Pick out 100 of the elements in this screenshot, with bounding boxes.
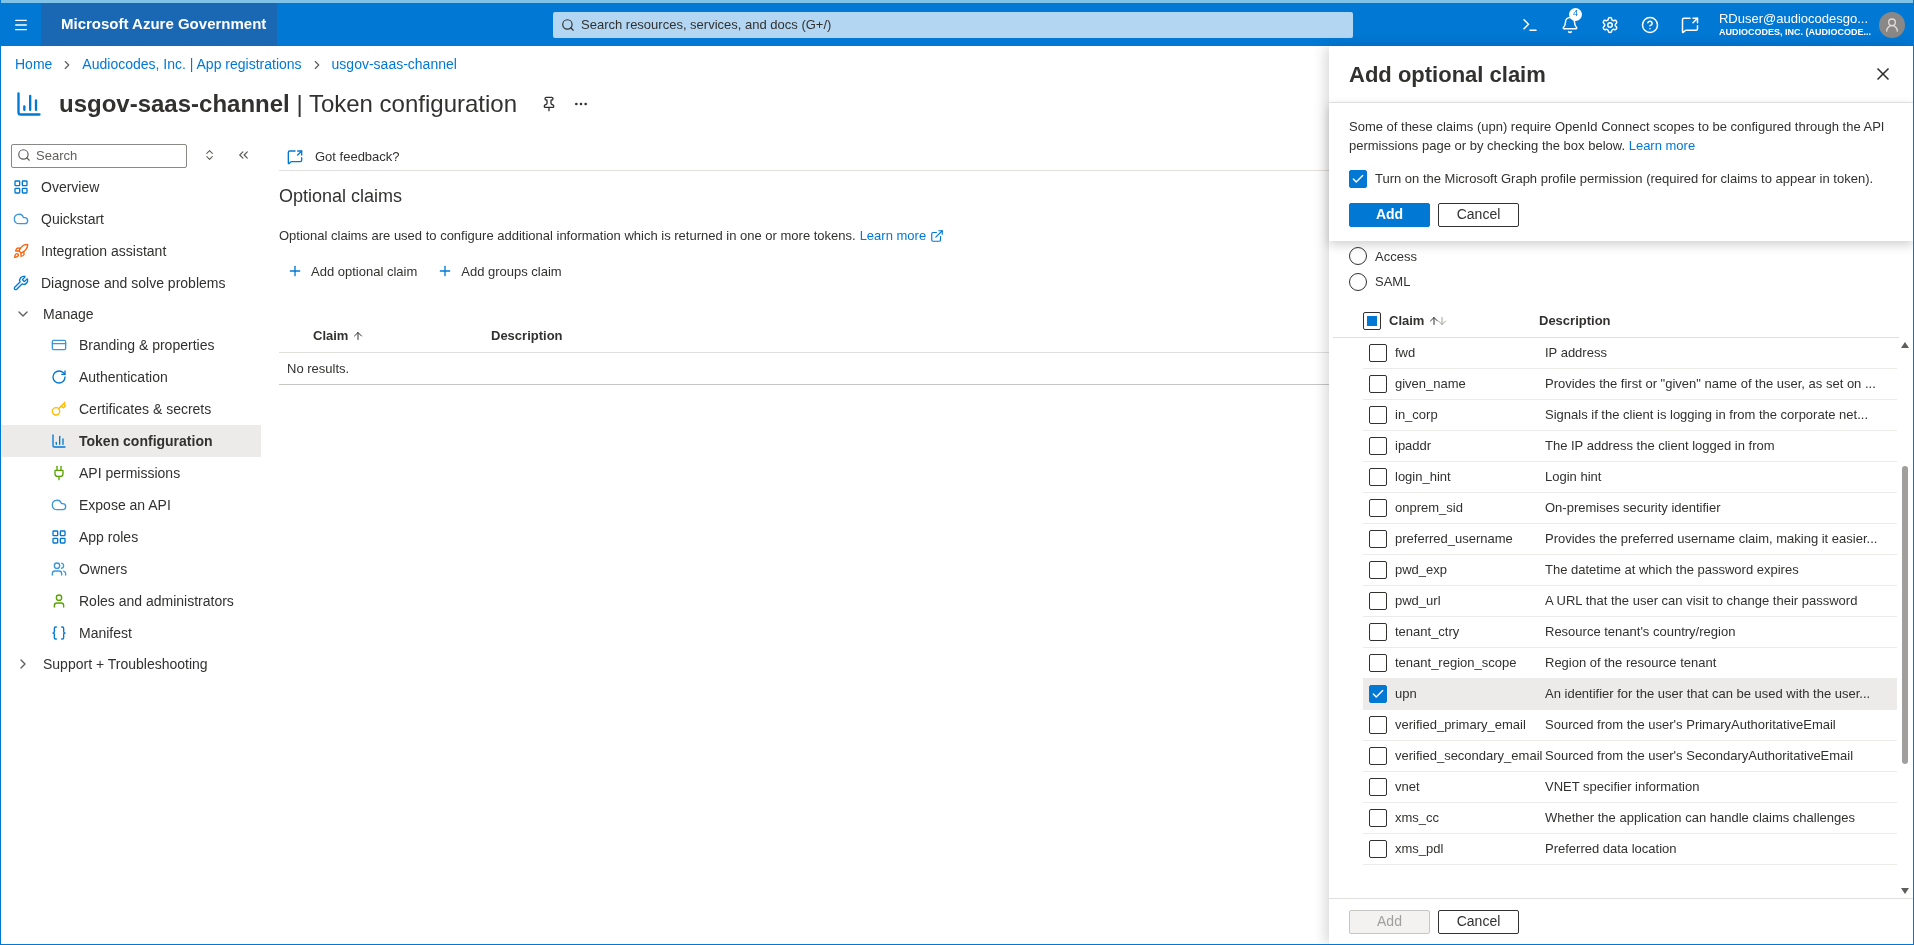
cancel-button[interactable]: Cancel [1438,202,1519,227]
claim-row[interactable]: pwd_url A URL that the user can visit to change their password [1363,585,1897,617]
checkbox[interactable] [1349,169,1367,188]
table-cell-text: Login hint [1545,467,1602,486]
checkbox[interactable] [1369,560,1387,579]
nav-group[interactable]: Support + Troubleshooting [1,649,261,679]
user-name[interactable]: RDuser@audiocodesgo... [1719,10,1871,27]
claim-row[interactable]: preferred_username Provides the preferred username claim, making it easier... [1363,523,1897,555]
radio-label: SAML [1375,273,1411,291]
claim-row[interactable]: fwd IP address [1363,337,1897,369]
claim-row[interactable]: ipaddr The IP address the client logged in from [1363,430,1897,462]
nav-item[interactable]: Diagnose and solve problems [1,267,261,299]
nav-item[interactable]: Owners [1,553,261,585]
nav-group[interactable]: Manage [1,299,261,329]
cloud-icon [13,211,29,227]
claim-row[interactable]: xms_pdl Preferred data location [1363,833,1897,865]
learn-more-link[interactable]: Learn more [859,226,927,246]
search-icon [17,148,31,162]
checkbox[interactable] [1369,591,1387,610]
bars-icon [51,433,67,449]
checkbox-label: Turn on the Microsoft Graph profile permission (required for claims to appear in token). [1375,170,1874,188]
external-link-icon [930,228,945,243]
claim-row[interactable]: vnet VNET specifier information [1363,771,1897,803]
nav-item[interactable]: Integration assistant [1,235,261,267]
checkbox[interactable] [1369,374,1387,393]
feedback-button[interactable]: Got feedback? [315,146,400,167]
nav-item[interactable]: Expose an API [1,489,261,521]
nav-item[interactable]: API permissions [1,457,261,489]
breadcrumb-link[interactable]: Home [15,54,53,75]
claim-row[interactable]: given_name Provides the first or "given" name of the user, as set on ... [1363,368,1897,400]
table-cell-text: login_hint [1394,467,1452,486]
page-title: usgov-saas-channel | Token configuration [59,89,518,119]
claim-row[interactable]: in_corp Signals if the client is logging in from the corporate net... [1363,399,1897,431]
claim-row[interactable]: verified_primary_email Sourced from the user's PrimaryAuthoritativeEmail [1363,709,1897,741]
feedback-icon[interactable] [1681,15,1699,34]
table-cell-text: IP address [1545,343,1607,362]
nav-item[interactable]: Roles and administrators [1,585,261,617]
table-cell-text: vnet [1394,777,1421,796]
nav-item[interactable]: Authentication [1,361,261,393]
table-cell-text: pwd_url [1394,591,1442,610]
table-cell-text: Provides the first or "given" name of the user, as set on ... [1545,374,1876,393]
nav-item[interactable]: App roles [1,521,261,553]
checkbox[interactable] [1369,405,1387,424]
add-claim-button[interactable]: Add optional claim [287,261,418,281]
breadcrumb-link[interactable]: usgov-saas-channel [331,54,457,75]
claim-row[interactable]: tenant_ctry Resource tenant's country/region [1363,616,1897,648]
checkbox[interactable] [1369,839,1387,858]
search-field[interactable]: Search [11,143,187,168]
claim-row[interactable]: tenant_region_scope Region of the resource tenant [1363,647,1897,679]
table-cell-text: Resource tenant's country/region [1545,622,1736,641]
claim-row[interactable]: upn An identifier for the user that can be used with the user... [1363,678,1897,710]
empty-message: No results. [287,359,350,378]
add-claim-button[interactable]: Add groups claim [437,261,562,281]
nav-item[interactable]: Branding & properties [1,329,261,361]
scroll-down-icon[interactable] [1901,888,1909,894]
checkbox[interactable] [1369,684,1387,703]
help-icon[interactable] [1641,15,1659,34]
claim-row[interactable]: login_hint Login hint [1363,461,1897,493]
table-cell-text: xms_cc [1394,808,1441,827]
checkbox[interactable] [1369,529,1387,548]
claim-row[interactable]: pwd_exp The datetime at which the password expires [1363,554,1897,586]
column-header[interactable]: Claim [1381,311,1539,331]
checkbox[interactable] [1369,653,1387,672]
claim-row[interactable]: xms_cc Whether the application can handle claims challenges [1363,802,1897,834]
checkbox[interactable] [1369,715,1387,734]
checkbox[interactable] [1369,622,1387,641]
section-title: Optional claims [279,185,404,208]
column-header[interactable]: Claim [279,325,491,346]
nav-item[interactable]: Token configuration [1,425,261,457]
cancel-button[interactable]: Cancel [1438,909,1519,934]
settings-icon[interactable] [1601,15,1619,34]
claim-row[interactable]: verified_secondary_email Sourced from the user's SecondaryAuthoritativeEmail [1363,740,1897,772]
add-button[interactable]: Add [1349,202,1430,227]
nav-item[interactable]: Manifest [1,617,261,649]
checkbox[interactable] [1369,808,1387,827]
checkbox[interactable] [1369,343,1387,362]
table-cell-text: The IP address the client logged in from [1545,436,1775,455]
brand-name[interactable]: Microsoft Azure Government [41,3,277,46]
checkbox[interactable] [1369,436,1387,455]
table-cell-text: Preferred data location [1545,839,1677,858]
claim-row[interactable]: onprem_sid On-premises security identifier [1363,492,1897,524]
checkbox[interactable] [1369,498,1387,517]
scroll-up-icon[interactable] [1901,341,1909,348]
column-header[interactable]: Description [491,325,563,346]
search-field[interactable]: Search resources, services, and docs (G+/) [553,11,1353,38]
learn-more-link[interactable]: Learn more [1628,138,1696,153]
radio-label: Access [1375,247,1417,266]
nav-item[interactable]: Overview [1,171,261,203]
nav-item[interactable]: Certificates & secrets [1,393,261,425]
checkbox[interactable] [1369,746,1387,765]
breadcrumb-link[interactable]: Audiocodes, Inc. | App registrations [82,54,302,75]
nav-item[interactable]: Quickstart [1,203,261,235]
table-cell-text: tenant_ctry [1394,622,1461,641]
checkbox[interactable] [1369,777,1387,796]
bell-icon[interactable] [1561,15,1579,34]
avatar-icon[interactable] [1879,11,1905,38]
checkbox[interactable] [1363,312,1381,330]
checkbox[interactable] [1369,467,1387,486]
sort-arrows-icon [1428,315,1449,327]
panel-title: Add optional claim [1349,60,1546,89]
